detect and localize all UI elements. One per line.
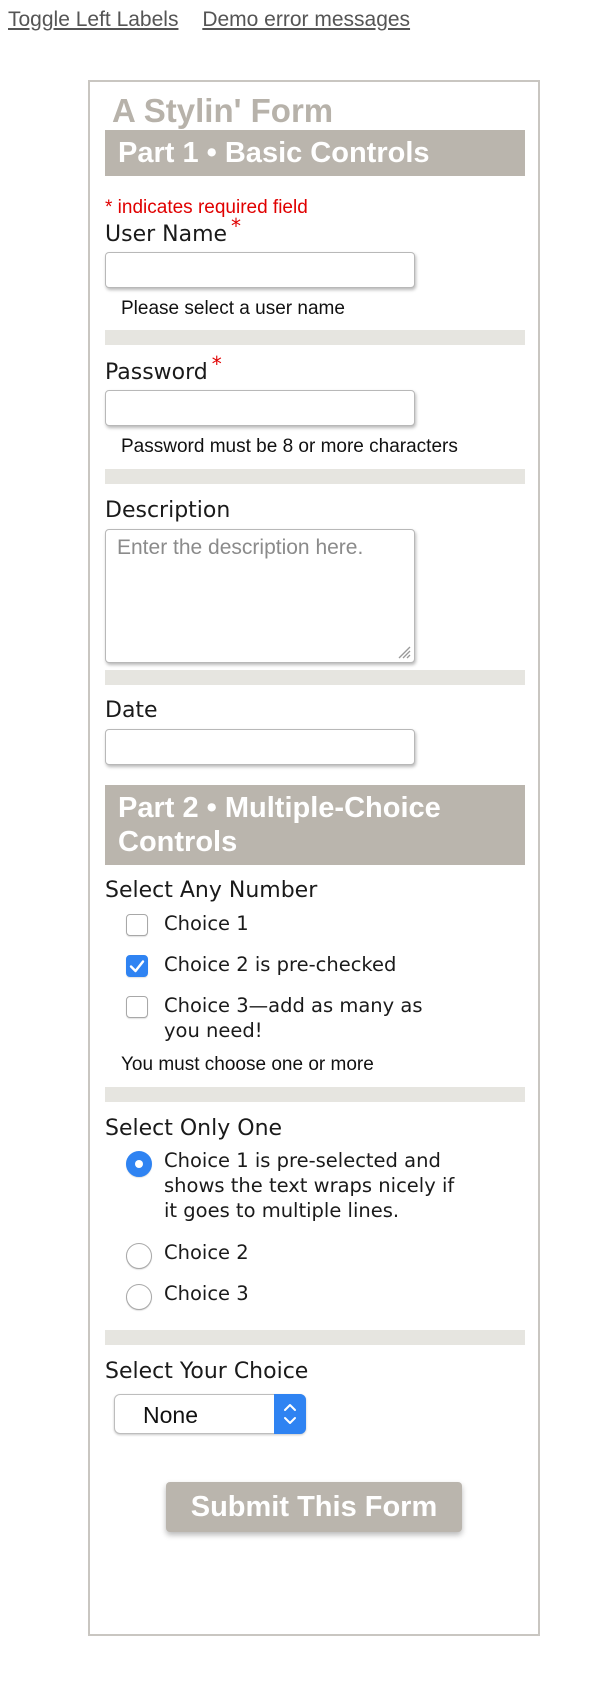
date-input[interactable] xyxy=(105,729,415,765)
checkmark-icon xyxy=(129,960,145,973)
radio[interactable] xyxy=(126,1243,152,1269)
description-label: Description xyxy=(105,498,231,523)
radio-selected[interactable] xyxy=(126,1151,152,1177)
demo-error-messages-link[interactable]: Demo error messages xyxy=(202,8,410,31)
select-value: None xyxy=(143,1402,198,1428)
username-label: User Name * xyxy=(105,214,241,247)
section-divider xyxy=(105,469,525,484)
select-arrows[interactable] xyxy=(274,1394,306,1434)
top-links: Toggle Left Labels Demo error messages xyxy=(8,8,428,32)
form-title: A Stylin' Form xyxy=(112,92,334,129)
password-hint: Password must be 8 or more characters xyxy=(121,436,458,457)
username-hint: Please select a user name xyxy=(121,298,345,319)
password-input[interactable] xyxy=(105,390,415,426)
resize-grip-icon[interactable] xyxy=(397,645,411,659)
description-placeholder: Enter the description here. xyxy=(117,536,364,559)
radio-option-label: Choice 3 xyxy=(164,1282,249,1305)
select-label: Select Your Choice xyxy=(105,1359,309,1384)
radio[interactable] xyxy=(126,1284,152,1310)
submit-button[interactable]: Submit This Form xyxy=(166,1482,462,1532)
username-label-text: User Name xyxy=(105,222,228,247)
required-note: * indicates required field xyxy=(105,197,308,218)
section-divider xyxy=(105,1087,525,1102)
part2-heading: Part 2 • Multiple-Choice Controls xyxy=(105,785,525,865)
checkbox-group-label: Select Any Number xyxy=(105,878,318,903)
section-divider xyxy=(105,1330,525,1345)
radio-option-label: Choice 1 is pre-selected and shows the t… xyxy=(164,1149,455,1222)
date-label: Date xyxy=(105,698,158,723)
checkbox-group-hint: You must choose one or more xyxy=(121,1054,374,1075)
checkbox-checked[interactable] xyxy=(126,955,148,977)
radio-group-label: Select Only One xyxy=(105,1116,283,1141)
section-divider xyxy=(105,670,525,685)
username-input[interactable] xyxy=(105,252,415,288)
description-textarea[interactable]: Enter the description here. xyxy=(105,529,415,663)
checkbox-option-label: Choice 1 xyxy=(164,912,249,935)
required-star: * xyxy=(211,352,222,376)
radio-option-label: Choice 2 xyxy=(164,1241,249,1264)
checkbox-option-label: Choice 2 is pre-checked xyxy=(164,953,397,976)
checkbox[interactable] xyxy=(126,914,148,936)
section-divider xyxy=(105,330,525,345)
required-star: * xyxy=(231,214,242,238)
toggle-left-labels-link[interactable]: Toggle Left Labels xyxy=(8,8,178,31)
password-label-text: Password xyxy=(105,360,208,385)
password-label: Password * xyxy=(105,352,222,385)
stylin-form: A Stylin' Form Part 1 • Basic Controls *… xyxy=(88,80,540,1636)
checkbox[interactable] xyxy=(126,996,148,1018)
choice-select[interactable]: None xyxy=(114,1394,306,1434)
chevron-up-down-icon xyxy=(284,1404,296,1424)
part1-heading: Part 1 • Basic Controls xyxy=(105,130,525,176)
checkbox-option-label: Choice 3—add as many as you need! xyxy=(164,994,423,1042)
